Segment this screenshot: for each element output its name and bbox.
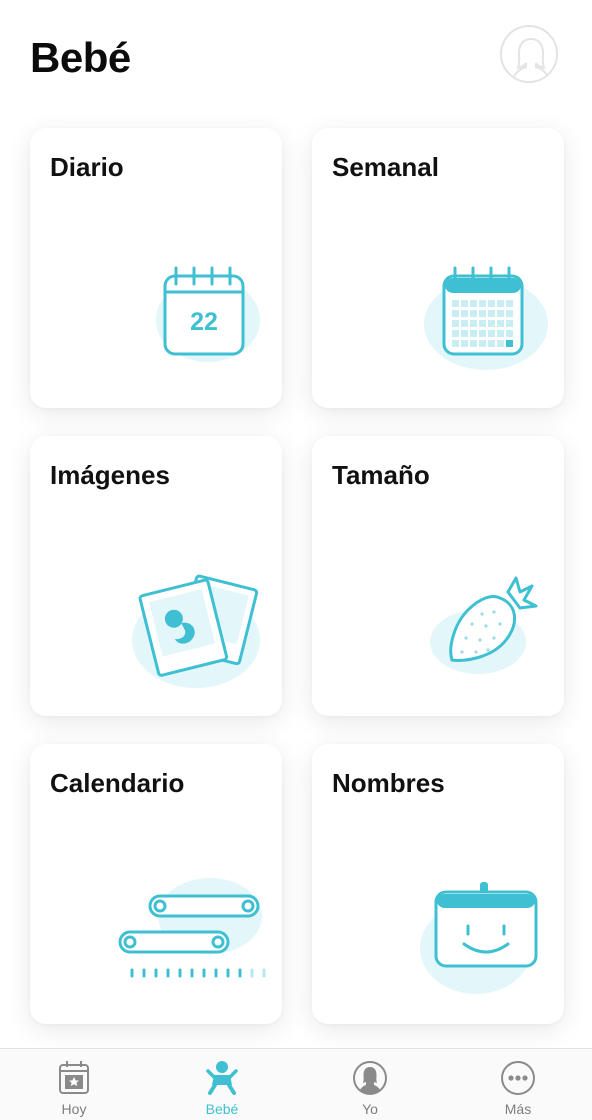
calendar-day-number: 22	[190, 308, 218, 336]
tab-bebe[interactable]: Bebé	[148, 1049, 296, 1120]
card-title: Diario	[50, 152, 124, 182]
tab-yo[interactable]: Yo	[296, 1049, 444, 1120]
card-semanal[interactable]: Semanal	[312, 128, 564, 408]
weekly-calendar-icon	[424, 266, 548, 370]
card-title: Imágenes	[50, 460, 170, 490]
card-title: Tamaño	[332, 460, 430, 490]
timeline-icon	[118, 878, 266, 978]
card-diario[interactable]: Diario 22	[30, 128, 282, 408]
card-nombres[interactable]: Nombres	[312, 744, 564, 1024]
tab-label: Yo	[362, 1101, 378, 1117]
card-imagenes[interactable]: Imágenes	[30, 436, 282, 716]
profile-icon	[353, 1061, 387, 1095]
card-calendario[interactable]: Calendario	[30, 744, 282, 1024]
baby-icon	[206, 1061, 238, 1095]
more-dots-icon	[501, 1061, 535, 1095]
tab-label: Hoy	[61, 1101, 87, 1117]
card-title: Calendario	[50, 768, 185, 798]
name-tag-icon	[420, 882, 538, 994]
ultrasound-photos-icon	[132, 574, 260, 688]
tab-label: Más	[504, 1101, 532, 1117]
strawberry-icon	[430, 576, 538, 674]
tab-label: Bebé	[205, 1101, 239, 1117]
tab-bar: Hoy Bebé Yo Más	[0, 1048, 592, 1120]
card-title: Semanal	[332, 152, 439, 182]
daily-calendar-icon: 22	[156, 266, 260, 362]
tab-mas[interactable]: Más	[444, 1049, 592, 1120]
card-tamano[interactable]: Tamaño	[312, 436, 564, 716]
card-title: Nombres	[332, 768, 445, 798]
today-calendar-icon	[59, 1061, 89, 1094]
tab-hoy[interactable]: Hoy	[0, 1049, 148, 1120]
feature-grid: Diario 22 Semanal Imágenes Tamaño Calend…	[0, 0, 592, 1040]
